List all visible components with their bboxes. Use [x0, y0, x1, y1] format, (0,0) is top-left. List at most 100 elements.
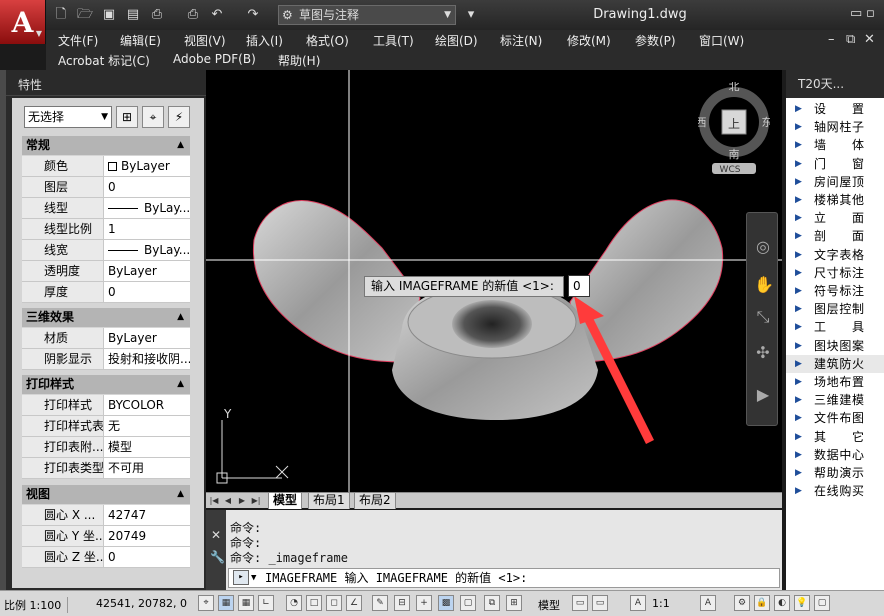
3d-osnap-icon[interactable]: ◻ [326, 595, 342, 611]
close-icon[interactable]: ✕ [864, 32, 875, 47]
t20-title[interactable]: T20天... [786, 70, 884, 98]
annotation-scale-icon[interactable]: A [630, 595, 646, 611]
quick-select-button[interactable]: ⚡ [168, 106, 190, 128]
prev-tab-icon[interactable]: ◀ [222, 494, 234, 507]
showmotion-icon[interactable]: ▶ [754, 385, 772, 404]
next-tab-icon[interactable]: ▶ [236, 494, 248, 507]
command-line-input[interactable]: ▸ ▼ IMAGEFRAME 输入 IMAGEFRAME 的新值 <1>: [228, 568, 780, 588]
minimize-icon[interactable]: – [828, 32, 835, 47]
clean-screen-icon[interactable]: ▢ [814, 595, 830, 611]
compass-north[interactable]: 北 [729, 82, 740, 93]
save-as-icon[interactable]: ▤ [124, 6, 142, 24]
save-icon[interactable]: ▣ [100, 6, 118, 24]
tab-layout2[interactable]: 布局2 [354, 493, 396, 509]
list-item[interactable]: ▶ 三维建模 [786, 391, 884, 409]
prop-center-y[interactable]: 圆心 Y 坐... 20749 [22, 526, 190, 547]
workspace-dropdown[interactable]: ⚙ 草图与注释 ▼ [278, 5, 456, 25]
compass-west[interactable]: 西 [698, 116, 707, 129]
prop-color[interactable]: 颜色 ByLayer [22, 156, 190, 177]
section-3d-effects[interactable]: 三维效果 ▲ [22, 308, 190, 327]
list-item[interactable]: ▶ 工具 [786, 318, 884, 336]
annotation-scale-value[interactable]: 1:1 [652, 597, 670, 610]
tab-model[interactable]: 模型 [268, 493, 303, 509]
grid-display-icon[interactable]: ▦ [238, 595, 254, 611]
object-snap-tracking-icon[interactable]: ∠ [346, 595, 362, 611]
ortho-mode-icon[interactable]: ∟ [258, 595, 274, 611]
scale-indicator[interactable]: 比例 1:100 [4, 597, 69, 613]
menu-dimension[interactable]: 标注(N) [500, 32, 542, 49]
prop-transparency[interactable]: 透明度 ByLayer [22, 261, 190, 282]
application-menu-button[interactable]: A ▼ [0, 0, 46, 44]
menu-edit[interactable]: 编辑(E) [120, 32, 161, 49]
annotation-visibility-icon[interactable]: A [700, 595, 716, 611]
list-item[interactable]: ▶ 图层控制 [786, 300, 884, 318]
menu-help[interactable]: 帮助(H) [278, 52, 320, 69]
close-icon[interactable]: ✕ [211, 528, 221, 542]
redo-icon[interactable]: ↷ [244, 6, 262, 24]
quick-view-layouts-icon[interactable]: ▭ [572, 595, 588, 611]
menu-adobe-pdf[interactable]: Adobe PDF(B) [173, 52, 256, 66]
menu-window[interactable]: 窗口(W) [699, 32, 744, 49]
section-general[interactable]: 常规 ▲ [22, 136, 190, 155]
compass-east[interactable]: 东 [762, 116, 771, 129]
prop-thickness[interactable]: 厚度 0 [22, 282, 190, 303]
dynamic-ucs-icon[interactable]: ✎ [372, 595, 388, 611]
annotation-monitor-icon[interactable]: ⊞ [506, 595, 522, 611]
lineweight-icon[interactable]: + [416, 595, 432, 611]
prop-linetype[interactable]: 线型 ByLay... [22, 198, 190, 219]
infer-constraints-icon[interactable]: ⌖ [198, 595, 214, 611]
transparency-icon[interactable]: ▩ [438, 595, 454, 611]
command-window-grip[interactable]: ✕ 🔧 [206, 510, 226, 590]
list-item[interactable]: ▶ 设置 [786, 100, 884, 118]
quick-properties-icon[interactable]: ▢ [460, 595, 476, 611]
menu-modify[interactable]: 修改(M) [567, 32, 611, 49]
dynamic-input-field[interactable]: 0 [568, 275, 590, 297]
list-item[interactable]: ▶ 文件布图 [786, 409, 884, 427]
undo-icon[interactable]: ↶ [208, 6, 226, 24]
list-item[interactable]: ▶ 帮助演示 [786, 464, 884, 482]
prop-material[interactable]: 材质 ByLayer [22, 328, 190, 349]
list-item[interactable]: ▶ 图块图案 [786, 337, 884, 355]
list-item[interactable]: ▶ 符号标注 [786, 282, 884, 300]
select-objects-button[interactable]: ⌖ [142, 106, 164, 128]
quick-view-drawings-icon[interactable]: ▭ [592, 595, 608, 611]
menu-tools[interactable]: 工具(T) [373, 32, 414, 49]
menu-file[interactable]: 文件(F) [58, 32, 98, 49]
prop-plot-style[interactable]: 打印样式 BYCOLOR [22, 395, 190, 416]
compass-south[interactable]: 南 [729, 148, 740, 161]
last-tab-icon[interactable]: ▶| [250, 494, 262, 507]
section-plot-style[interactable]: 打印样式 ▲ [22, 375, 190, 394]
new-file-icon[interactable]: 🗋 [52, 6, 70, 24]
list-item[interactable]: ▶ 建筑防火 [786, 354, 884, 373]
model-space-toggle[interactable]: 模型 [538, 597, 560, 613]
viewcube[interactable]: 上 北 南 东 西 WCS [698, 82, 770, 174]
open-folder-icon[interactable]: 🗁 [76, 6, 94, 24]
selection-dropdown[interactable]: 无选择 ▼ [24, 106, 112, 128]
prop-layer[interactable]: 图层 0 [22, 177, 190, 198]
menu-draw[interactable]: 绘图(D) [435, 32, 478, 49]
list-item[interactable]: ▶ 数据中心 [786, 446, 884, 464]
list-item[interactable]: ▶ 剖面 [786, 227, 884, 245]
list-item[interactable]: ▶ 门窗 [786, 155, 884, 173]
list-item[interactable]: ▶ 立面 [786, 209, 884, 227]
lock-icon[interactable]: 🔒 [754, 595, 770, 611]
prop-center-z[interactable]: 圆心 Z 坐... 0 [22, 547, 190, 568]
menu-insert[interactable]: 插入(I) [246, 32, 283, 49]
chevron-down-icon[interactable]: ▼ [251, 569, 256, 587]
workspace-switch-icon[interactable]: ⚙ [734, 595, 750, 611]
list-item[interactable]: ▶ 场地布置 [786, 373, 884, 391]
list-item[interactable]: ▶ 楼梯其他 [786, 191, 884, 209]
prop-lineweight[interactable]: 线宽 ByLay... [22, 240, 190, 261]
wrench-icon[interactable]: 🔧 [210, 550, 225, 564]
list-item[interactable]: ▶ 尺寸标注 [786, 264, 884, 282]
selection-cycling-icon[interactable]: ⧉ [484, 595, 500, 611]
zoom-icon[interactable]: ⤡ [754, 307, 772, 326]
prop-linetype-scale[interactable]: 线型比例 1 [22, 219, 190, 240]
coordinate-readout[interactable]: 42541, 20782, 0 [96, 597, 187, 610]
object-snap-icon[interactable]: □ [306, 595, 322, 611]
isolate-objects-icon[interactable]: 💡 [794, 595, 810, 611]
publish-icon[interactable]: ⎙ [148, 6, 166, 24]
list-item[interactable]: ▶ 在线购买 [786, 482, 884, 500]
menu-parametric[interactable]: 参数(P) [635, 32, 676, 49]
steering-wheel-icon[interactable]: ◎ [754, 237, 772, 256]
